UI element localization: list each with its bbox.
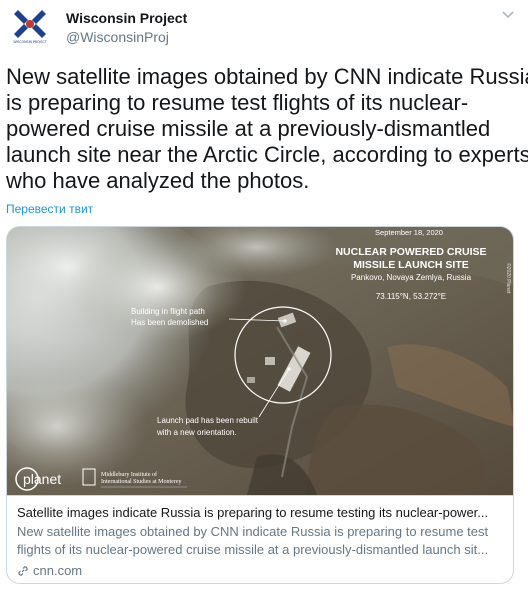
image-title-line: NUCLEAR POWERED CRUISE — [335, 246, 486, 258]
planet-logo-text: planet — [23, 471, 61, 487]
card-description-line: flights of its nuclear-powered cruise mi… — [17, 542, 489, 557]
tweet-text: New satellite images obtained by CNN ind… — [6, 64, 528, 194]
tweet-text-line: powered cruise missile at a previously-d… — [6, 116, 491, 141]
link-icon — [17, 565, 29, 577]
image-coordinates: 73.115°N, 53.272°E — [376, 292, 446, 301]
annotation-text: Building in flight path — [131, 307, 205, 316]
tweet-text-line: is preparing to resume test flights of i… — [6, 90, 469, 115]
tweet-text-line: launch site near the Arctic Circle, acco… — [6, 142, 528, 167]
svg-text:WISCONSIN PROJECT: WISCONSIN PROJECT — [13, 40, 46, 44]
middlebury-logo-text: Middlebury Institute of — [101, 471, 157, 478]
card-domain[interactable]: cnn.com — [17, 563, 505, 578]
wisconsin-project-logo-icon: WISCONSIN PROJECT — [10, 6, 50, 46]
annotation-text: Launch pad has been rebuilt — [157, 416, 259, 425]
annotation-text: with a new orientation. — [156, 428, 237, 437]
tweet-text-line: New satellite images obtained by CNN ind… — [6, 64, 528, 89]
translate-tweet-link[interactable]: Перевести твит — [6, 202, 93, 216]
author-name[interactable]: Wisconsin Project — [66, 10, 187, 26]
card-description-line: New satellite images obtained by CNN ind… — [17, 524, 489, 539]
card-title[interactable]: Satellite images indicate Russia is prep… — [17, 504, 505, 521]
tweet-text-line: who have analyzed the photos. — [6, 168, 310, 193]
author-handle[interactable]: @WisconsinProj — [66, 29, 169, 45]
avatar[interactable]: WISCONSIN PROJECT — [10, 6, 50, 46]
card-domain-text: cnn.com — [33, 563, 83, 578]
chevron-down-icon[interactable] — [498, 6, 518, 24]
image-side-credit: ©2020 Planet — [505, 263, 512, 294]
satellite-image[interactable]: September 18, 2020 NUCLEAR POWERED CRUIS… — [7, 227, 513, 495]
image-location: Pankovo, Novaya Zemlya, Russia — [351, 273, 472, 282]
image-title-line: MISSILE LAUNCH SITE — [353, 259, 469, 271]
card-description: New satellite images obtained by CNN ind… — [17, 523, 505, 559]
card-body[interactable]: Satellite images indicate Russia is prep… — [7, 495, 513, 583]
annotation-text: Has been demolished — [131, 318, 208, 327]
tweet-header: WISCONSIN PROJECT Wisconsin Project @Wis… — [8, 6, 520, 50]
image-date: September 18, 2020 — [375, 228, 443, 237]
link-card[interactable]: September 18, 2020 NUCLEAR POWERED CRUIS… — [6, 226, 514, 584]
middlebury-logo-text: International Studies at Monterey — [101, 479, 181, 485]
